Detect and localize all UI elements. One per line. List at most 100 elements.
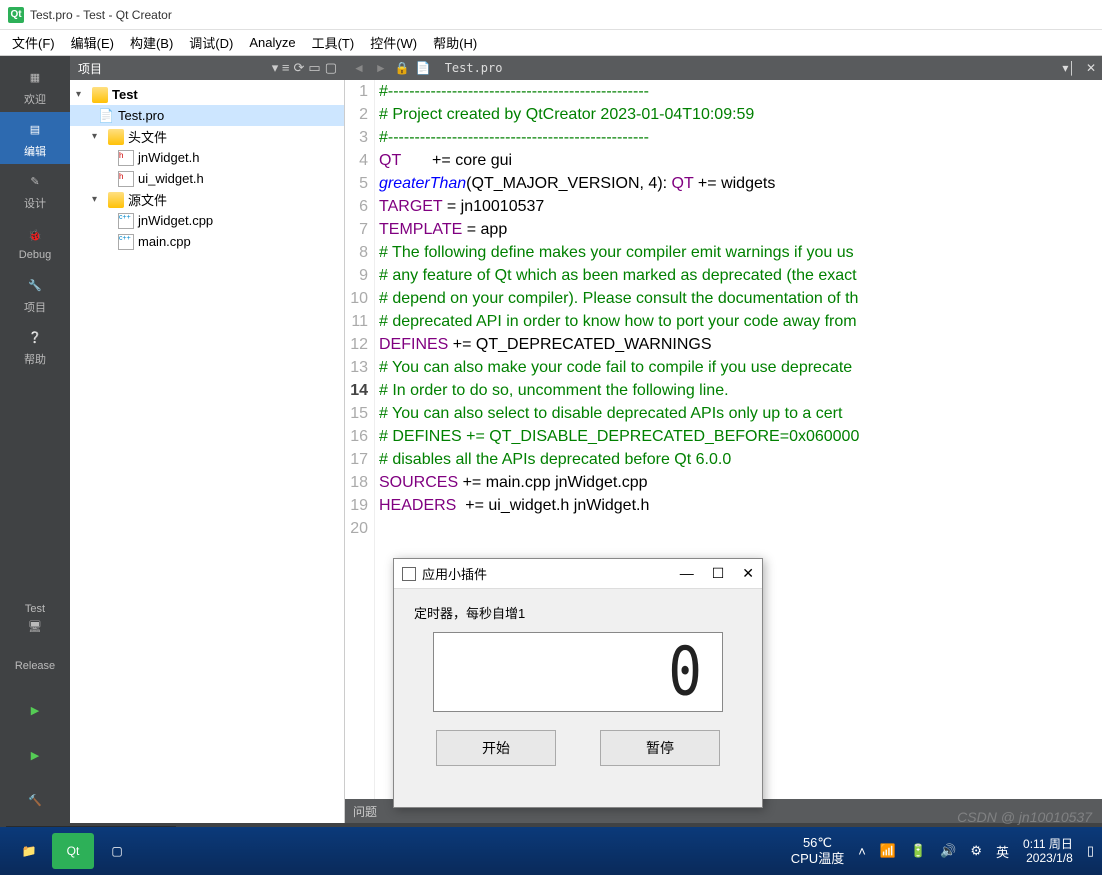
mode-project[interactable]: 🔧 项目	[0, 268, 70, 320]
project-panel-header: 项目 ▾ ≡ ⟳ ▭ ▢	[70, 56, 345, 80]
popup-widget-window[interactable]: 应用小插件 — ☐ ✕ 定时器，每秒自增1 0 开始 暂停	[393, 558, 763, 808]
maximize-icon[interactable]: ☐	[712, 565, 725, 582]
tree-source-file[interactable]: c++ jnWidget.cpp	[70, 210, 344, 231]
tree-sources-folder[interactable]: ▾ 源文件	[70, 189, 344, 210]
run-debug-button[interactable]: ▶	[0, 733, 70, 778]
play-bug-icon: ▶	[23, 744, 47, 768]
file-icon: 📄	[416, 61, 431, 75]
open-file-tab[interactable]: Test.pro	[437, 59, 511, 77]
notifications-icon[interactable]: ▯	[1087, 843, 1094, 859]
project-panel-title: 项目	[78, 60, 102, 77]
mode-sidebar: ▦ 欢迎 ▤ 编辑 ✎ 设计 🐞 Debug 🔧 项目 ❔ 帮助 Test 🖥	[0, 56, 70, 823]
close-tab-icon[interactable]: ✕	[1086, 61, 1096, 75]
kit-selector[interactable]: Test 🖥	[0, 598, 70, 643]
taskbar-qtcreator[interactable]: Qt	[52, 833, 94, 869]
window-titlebar: Qt Test.pro - Test - Qt Creator	[0, 0, 1102, 30]
menu-debug[interactable]: 调试(D)	[181, 29, 241, 56]
menu-analyze[interactable]: Analyze	[241, 31, 303, 54]
mode-debug-label: Debug	[19, 249, 51, 261]
tree-source-file[interactable]: c++ main.cpp	[70, 231, 344, 252]
start-button[interactable]: 开始	[436, 730, 556, 766]
filter-icon[interactable]: ▾ ≡	[272, 60, 290, 76]
close-icon[interactable]: ✕	[742, 565, 754, 582]
lock-icon[interactable]: 🔒	[395, 61, 410, 75]
close-panel-icon[interactable]: ▢	[325, 60, 337, 76]
pause-button[interactable]: 暂停	[600, 730, 720, 766]
tree-file-label: main.cpp	[138, 234, 191, 249]
mode-project-label: 项目	[24, 299, 46, 315]
windows-taskbar[interactable]: 📁 Qt ▢ 56℃ CPU温度 ˄ 📶 🔋 🔊 ⚙ 英 0:11 周日 202…	[0, 827, 1102, 875]
minimize-icon[interactable]: —	[680, 565, 694, 582]
menu-help[interactable]: 帮助(H)	[425, 29, 485, 56]
taskbar-app[interactable]: ▢	[96, 833, 138, 869]
cpu-temp-label: CPU温度	[791, 851, 844, 867]
build-mode-label: Release	[15, 660, 55, 672]
tray-chevron-icon[interactable]: ˄	[858, 844, 866, 859]
tree-pro-file[interactable]: 📄 Test.pro	[70, 105, 344, 126]
tree-file-label: jnWidget.cpp	[138, 213, 213, 228]
mode-design[interactable]: ✎ 设计	[0, 164, 70, 216]
menubar: 文件(F) 编辑(E) 构建(B) 调试(D) Analyze 工具(T) 控件…	[0, 30, 1102, 56]
mode-edit[interactable]: ▤ 编辑	[0, 112, 70, 164]
tab-dropdown-icon[interactable]: ▾│	[1062, 61, 1076, 75]
folder-icon	[108, 192, 124, 208]
volume-icon[interactable]: 🔊	[940, 843, 956, 859]
menu-build[interactable]: 构建(B)	[122, 29, 181, 56]
battery-icon[interactable]: 🔋	[910, 843, 926, 859]
window-title: Test.pro - Test - Qt Creator	[30, 8, 172, 22]
document-icon: ▤	[23, 117, 47, 141]
h-file-icon: h	[118, 171, 134, 187]
tree-sources-label: 源文件	[128, 190, 167, 209]
tree-header-file[interactable]: h jnWidget.h	[70, 147, 344, 168]
qt-app-icon: Qt	[8, 7, 24, 23]
split-icon[interactable]: ▭	[308, 60, 320, 76]
cpu-temp-value: 56℃	[791, 835, 844, 851]
tree-file-label: jnWidget.h	[138, 150, 199, 165]
mode-help-label: 帮助	[24, 351, 46, 367]
monitor-icon: 🖥	[23, 615, 47, 639]
mode-welcome-label: 欢迎	[24, 91, 46, 107]
popup-titlebar[interactable]: 应用小插件 — ☐ ✕	[394, 559, 762, 589]
build-mode[interactable]: Release	[0, 643, 70, 688]
menu-file[interactable]: 文件(F)	[4, 29, 63, 56]
folder-icon	[108, 129, 124, 145]
pro-file-icon: 📄	[98, 108, 114, 124]
nav-fwd-icon[interactable]: ►	[373, 61, 389, 75]
project-tree[interactable]: ▾ Test 📄 Test.pro ▾ 头文件 h jnWidget.h h	[70, 80, 345, 823]
mode-help[interactable]: ❔ 帮助	[0, 320, 70, 372]
tree-file-label: ui_widget.h	[138, 171, 204, 186]
build-button[interactable]: 🔨	[0, 778, 70, 823]
window-icon	[402, 567, 416, 581]
mode-debug[interactable]: 🐞 Debug	[0, 216, 70, 268]
menu-tools[interactable]: 工具(T)	[304, 29, 363, 56]
mode-edit-label: 编辑	[24, 143, 46, 159]
menu-widgets[interactable]: 控件(W)	[362, 29, 425, 56]
taskbar-explorer[interactable]: 📁	[8, 833, 50, 869]
h-file-icon: h	[118, 150, 134, 166]
question-icon: ❔	[23, 325, 47, 349]
kit-name: Test	[25, 603, 45, 615]
line-gutter: 1234567891011121314151617181920	[345, 80, 375, 799]
tree-headers-label: 头文件	[128, 127, 167, 146]
tree-header-file[interactable]: h ui_widget.h	[70, 168, 344, 189]
menu-edit[interactable]: 编辑(E)	[63, 29, 122, 56]
lcd-display: 0	[433, 632, 723, 712]
run-button[interactable]: ▶	[0, 688, 70, 733]
tree-root[interactable]: ▾ Test	[70, 84, 344, 105]
popup-hint: 定时器，每秒自增1	[414, 603, 742, 622]
usb-icon[interactable]: ⚙	[970, 843, 982, 859]
nav-back-icon[interactable]: ◄	[351, 61, 367, 75]
cpp-file-icon: c++	[118, 213, 134, 229]
cpu-temp-widget[interactable]: 56℃ CPU温度	[791, 835, 844, 866]
mode-welcome[interactable]: ▦ 欢迎	[0, 60, 70, 112]
tree-root-label: Test	[112, 87, 138, 102]
mode-design-label: 设计	[24, 195, 46, 211]
pencil-icon: ✎	[23, 169, 47, 193]
taskbar-clock[interactable]: 0:11 周日 2023/1/8	[1023, 837, 1073, 866]
tree-pro-label: Test.pro	[118, 108, 164, 123]
sync-icon[interactable]: ⟳	[294, 60, 305, 76]
tree-headers-folder[interactable]: ▾ 头文件	[70, 126, 344, 147]
ime-indicator[interactable]: 英	[996, 842, 1009, 861]
clock-time: 0:11 周日	[1023, 837, 1073, 851]
wifi-icon[interactable]: 📶	[880, 843, 896, 859]
